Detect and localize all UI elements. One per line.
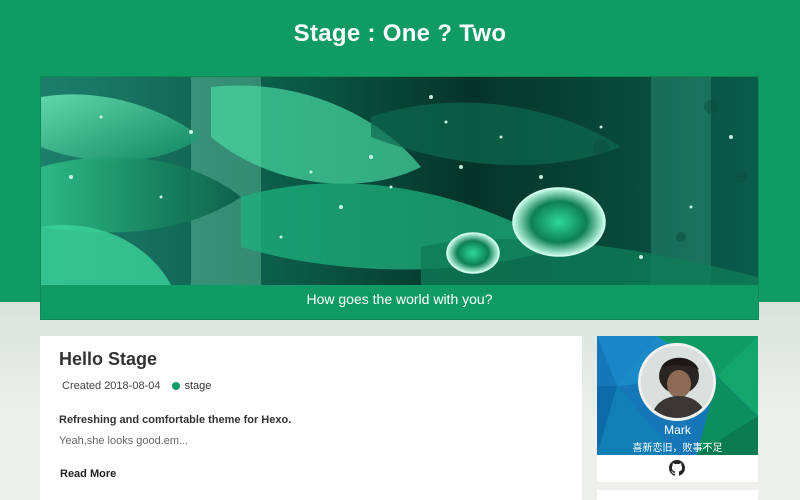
banner: How goes the world with you? (40, 76, 759, 320)
tag-dot-icon (172, 382, 181, 390)
profile-motto: 喜新恋旧，败事不足 (632, 443, 723, 454)
banner-caption: How goes the world with you? (306, 291, 493, 307)
post-summary-heading: Refreshing and comfortable theme for Hex… (59, 414, 292, 426)
post-title[interactable]: Hello Stage (59, 349, 157, 370)
github-icon[interactable] (669, 460, 685, 476)
site-title[interactable]: Stage : One ? Two (0, 20, 800, 48)
avatar[interactable] (638, 343, 716, 421)
read-more-link[interactable]: Read More (60, 468, 116, 480)
profile-name: Mark (664, 423, 691, 437)
sidebar-next-card (597, 490, 758, 500)
post-summary: Yeah,she looks good.em... (59, 435, 189, 447)
post-created-date: Created 2018-08-04 (62, 380, 161, 392)
profile-background: Mark 喜新恋旧，败事不足 (597, 336, 758, 455)
post-card: Hello Stage Created 2018-08-04 stage Ref… (40, 336, 582, 500)
post-tag[interactable]: stage (184, 380, 211, 392)
post-meta: Created 2018-08-04 stage (62, 380, 211, 392)
profile-card: Mark 喜新恋旧，败事不足 (597, 336, 758, 482)
banner-image (41, 77, 758, 285)
